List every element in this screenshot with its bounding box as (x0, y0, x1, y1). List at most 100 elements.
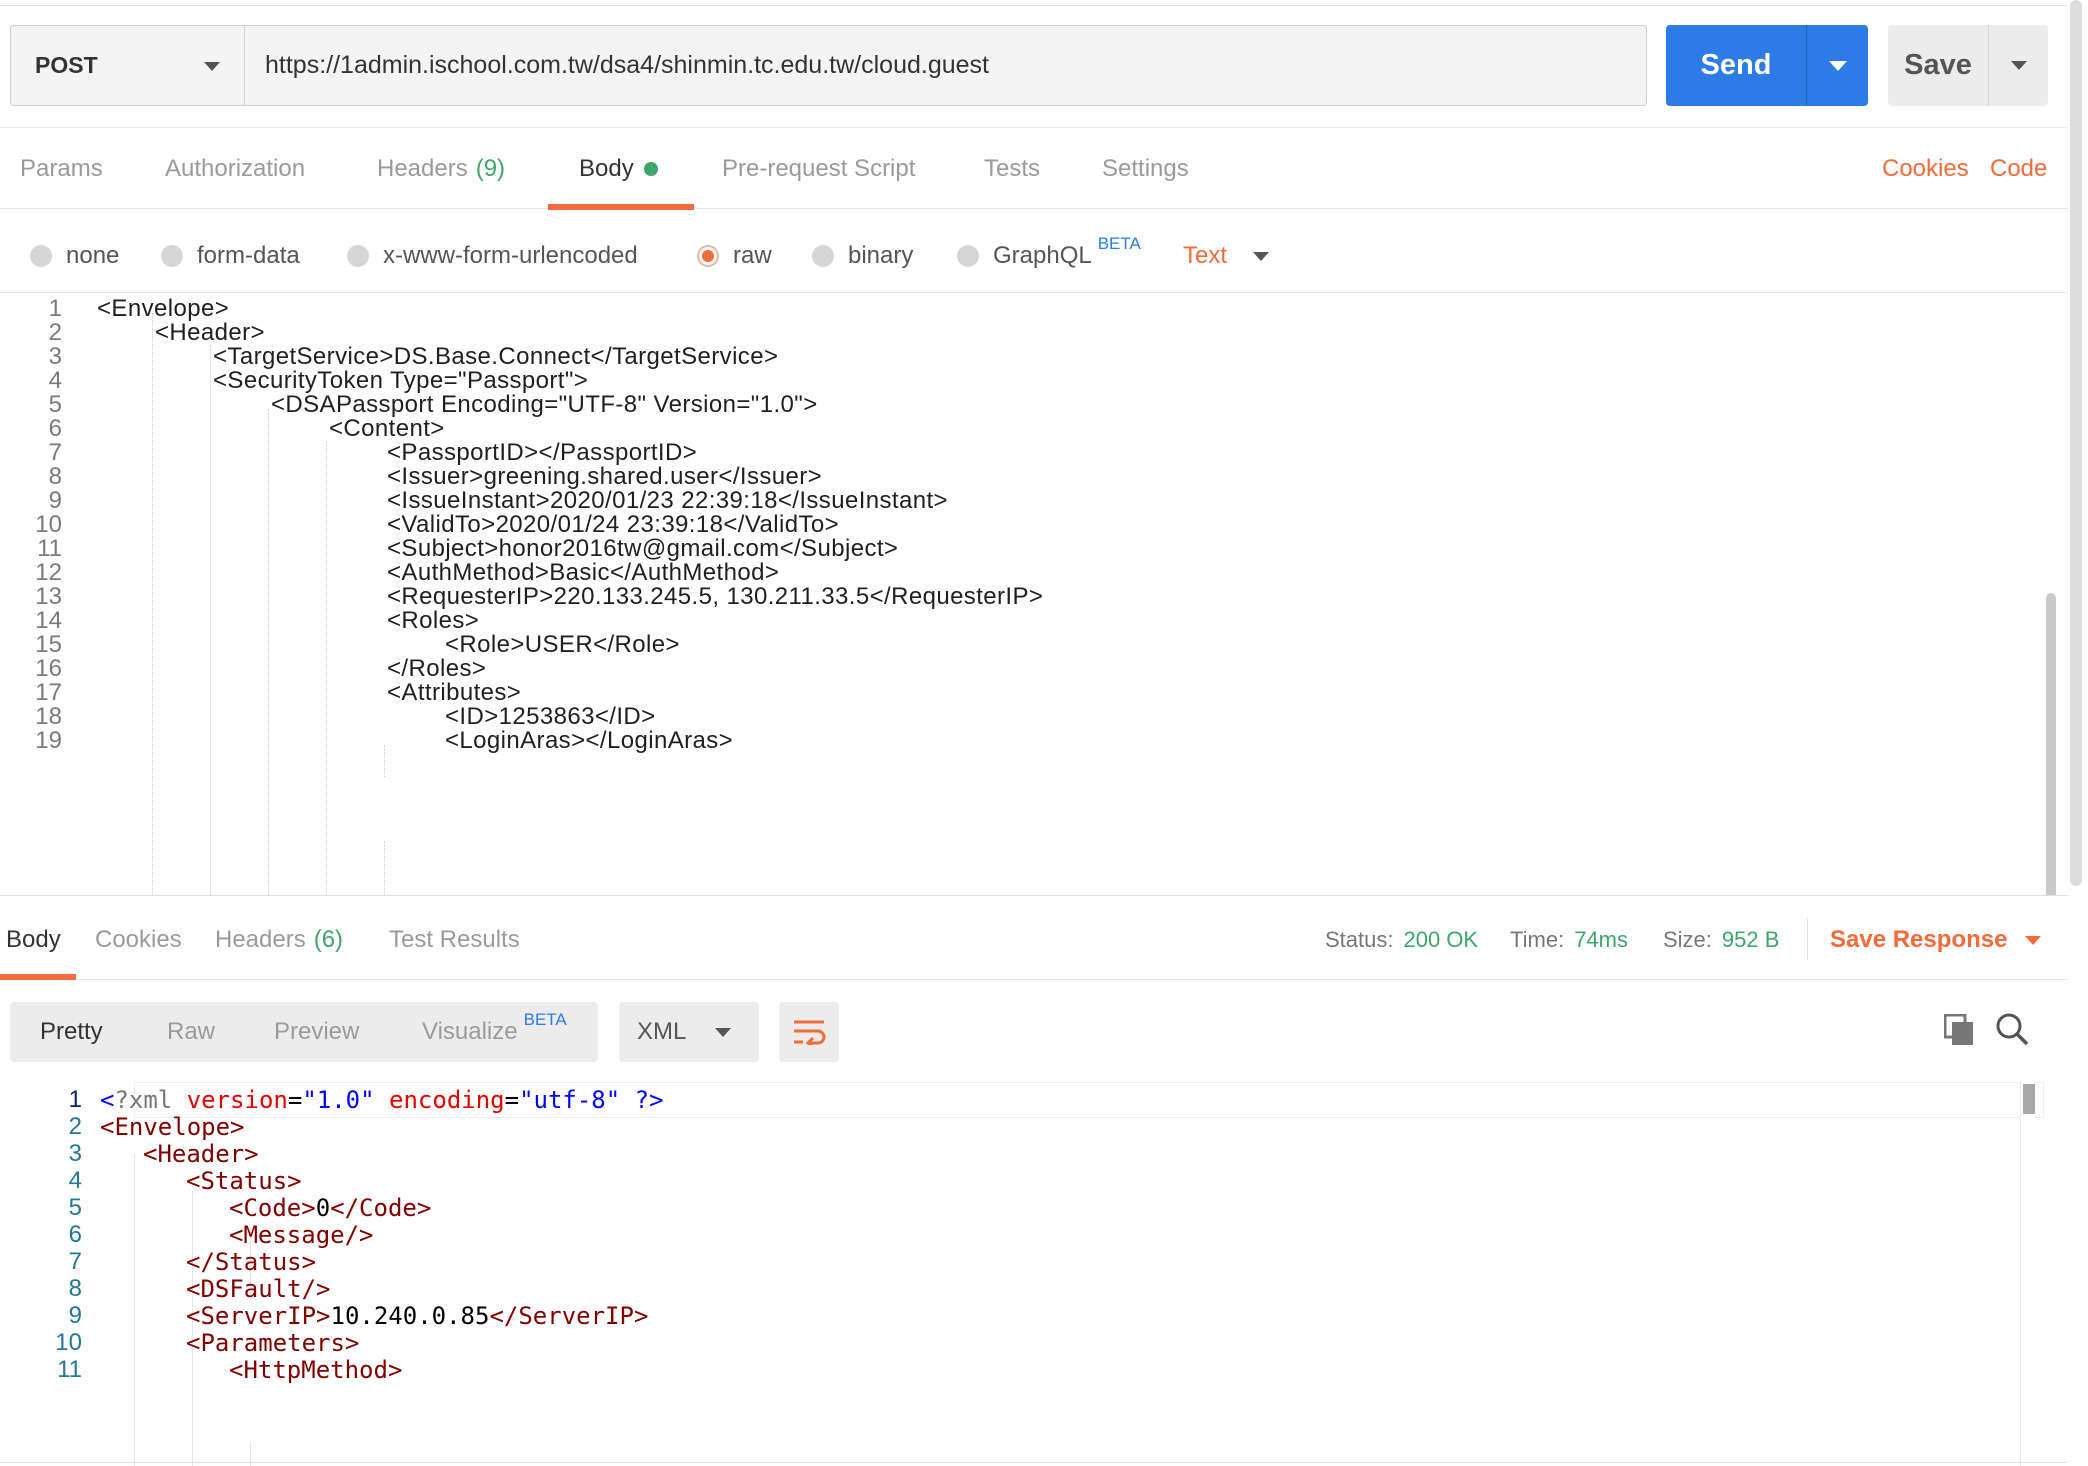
radio-label: x-www-form-urlencoded (383, 242, 638, 269)
tab-label: Settings (1102, 155, 1189, 182)
send-dropdown-button[interactable] (1806, 25, 1868, 106)
code-text: <HttpMethod> (229, 1352, 402, 1388)
indent-guide (384, 841, 385, 895)
radio-x-www-form-urlencoded[interactable]: x-www-form-urlencoded (347, 222, 638, 290)
radio-binary[interactable]: binary (812, 222, 913, 290)
tab-label: Pre-request Script (722, 155, 916, 182)
size-value: 952 B (1721, 927, 1780, 952)
divider (1807, 918, 1808, 960)
tab-headers[interactable]: Headers (9) (377, 128, 505, 210)
editor-scrollbar[interactable] (2046, 593, 2056, 895)
response-time: Time: 74ms (1510, 900, 1628, 980)
radio-circle (161, 245, 183, 267)
tab-settings[interactable]: Settings (1102, 128, 1189, 210)
view-raw[interactable]: Raw (167, 1002, 215, 1062)
code-link[interactable]: Code (1990, 128, 2047, 210)
chevron-down-icon (715, 1028, 731, 1037)
active-tab-underline (0, 974, 76, 980)
radio-form-data[interactable]: form-data (161, 222, 300, 290)
request-body-editor[interactable]: 1 <Envelope> 2 <Header> 3 <TargetService>DS.B… (0, 292, 2068, 896)
radio-label: none (66, 242, 120, 269)
code-label: Code (1990, 155, 2048, 182)
view-pretty[interactable]: Pretty (40, 1002, 103, 1062)
view-mode-group: Pretty Raw Preview Visualize BETA (10, 1002, 598, 1062)
radio-graphql[interactable]: GraphQL BETA (957, 222, 1141, 290)
radio-circle (957, 245, 979, 267)
search-icon[interactable] (1995, 1012, 2029, 1046)
body-indicator-dot (643, 162, 658, 176)
view-label: Raw (167, 1018, 216, 1045)
chevron-down-icon (2025, 935, 2042, 945)
view-preview[interactable]: Preview (274, 1002, 359, 1062)
send-button[interactable]: Send (1666, 25, 1868, 106)
view-visualize[interactable]: Visualize BETA (422, 1002, 567, 1062)
response-format-label: XML (637, 1018, 687, 1045)
code-text: <LoginAras></LoginAras> (445, 727, 734, 754)
tab-params[interactable]: Params (20, 128, 103, 210)
save-dropdown-button[interactable] (1988, 25, 2048, 106)
cookies-link[interactable]: Cookies (1882, 128, 1969, 210)
time-label: Time: (1510, 927, 1565, 952)
radio-circle (30, 245, 52, 267)
size-label: Size: (1663, 927, 1712, 952)
tab-body[interactable]: Body (579, 128, 658, 210)
line-number: 19 (35, 727, 62, 754)
beta-badge: BETA (523, 1010, 567, 1029)
tab-label: Cookies (95, 926, 182, 953)
tab-label: Body (579, 155, 634, 182)
response-size: Size: 952 B (1663, 900, 1779, 980)
tab-pre-request-script[interactable]: Pre-request Script (722, 128, 915, 210)
request-tabs: Params Authorization Headers (9) Body Pre… (0, 127, 2068, 210)
scrollbar-thumb[interactable] (2023, 1084, 2035, 1114)
save-response-label: Save Response (1830, 926, 2008, 953)
copy-icon[interactable] (1944, 1014, 1974, 1046)
status-label: Status: (1325, 927, 1394, 952)
body-format-dropdown[interactable]: Text (1183, 222, 1270, 290)
send-label: Send (1700, 49, 1772, 81)
body-type-options: none form-data x-www-form-urlencoded raw… (0, 222, 2068, 290)
radio-label: GraphQL (993, 242, 1092, 269)
radio-circle (812, 245, 834, 267)
view-label: Visualize (422, 1018, 518, 1045)
tab-label: Authorization (165, 155, 306, 182)
save-response-button[interactable]: Save Response (1830, 900, 2042, 980)
bottom-border (0, 1462, 2068, 1466)
response-body-viewer[interactable]: 1 <?xml version="1.0" encoding="utf-8" ?>… (0, 1082, 2068, 1466)
status-value: 200 OK (1403, 927, 1479, 952)
chevron-down-icon (1253, 251, 1270, 261)
tab-label: Headers (215, 926, 306, 953)
tab-test-results[interactable]: Test Results (389, 900, 520, 980)
tab-tests[interactable]: Tests (984, 128, 1040, 210)
body-format-label: Text (1183, 242, 1228, 269)
beta-badge: BETA (1097, 234, 1141, 253)
response-scrollbar[interactable] (2020, 1082, 2035, 1466)
chevron-down-icon (204, 62, 220, 71)
radio-label: raw (733, 242, 772, 269)
cookies-label: Cookies (1882, 155, 1969, 182)
active-tab-underline (548, 204, 694, 210)
window-scrollbar[interactable] (2070, 0, 2082, 886)
tab-response-body[interactable]: Body (6, 900, 61, 980)
tab-response-cookies[interactable]: Cookies (95, 900, 182, 980)
radio-none[interactable]: none (30, 222, 119, 290)
tab-label: Headers (377, 155, 468, 182)
response-format-dropdown[interactable]: XML (619, 1002, 759, 1062)
top-border (0, 0, 2068, 6)
radio-raw[interactable]: raw (697, 222, 772, 290)
tab-authorization[interactable]: Authorization (165, 128, 305, 210)
view-label: Preview (274, 1018, 360, 1045)
url-text: https://1admin.ischool.com.tw/dsa4/shinm… (265, 51, 989, 79)
save-label: Save (1904, 49, 1972, 81)
tab-label: Tests (984, 155, 1041, 182)
save-button[interactable]: Save (1888, 25, 2048, 106)
time-value: 74ms (1574, 927, 1628, 952)
headers-count: (9) (475, 155, 506, 182)
response-status: Status: 200 OK (1325, 900, 1478, 980)
wrap-lines-button[interactable] (779, 1002, 839, 1062)
url-input[interactable]: https://1admin.ischool.com.tw/dsa4/shinm… (244, 25, 1647, 106)
method-select[interactable]: POST (10, 25, 244, 106)
chevron-down-icon (1828, 60, 1847, 71)
radio-circle (347, 245, 369, 267)
radio-label: binary (848, 242, 914, 269)
tab-response-headers[interactable]: Headers (6) (215, 900, 343, 980)
